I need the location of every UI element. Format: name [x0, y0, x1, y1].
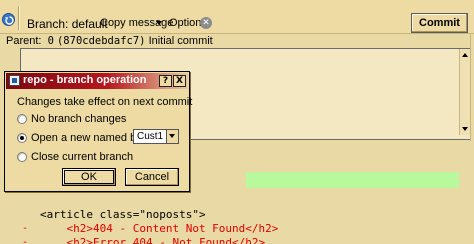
toolbar-separator	[18, 6, 20, 30]
diff-minus-marker: -	[22, 223, 29, 234]
diff-line-removed: <h2>Error 404 - Not Found</h2>	[40, 236, 266, 244]
diff-line: <article class="noposts">	[40, 208, 206, 221]
close-icon[interactable]: ✕	[200, 17, 212, 29]
help-button[interactable]: ?	[159, 75, 172, 87]
commit-button[interactable]: Commit	[411, 13, 468, 33]
branch-name-combobox[interactable]: Cust1	[133, 129, 179, 144]
branch-name-value[interactable]: Cust1	[137, 131, 163, 142]
radio-label: No branch changes	[31, 113, 127, 125]
parent-label: Parent:	[6, 35, 42, 47]
vertical-scrollbar[interactable]	[459, 49, 470, 135]
cancel-button[interactable]: Cancel	[125, 168, 179, 186]
radio-button-selected[interactable]	[17, 133, 27, 143]
dialog-close-button[interactable]: X	[173, 75, 186, 87]
toolbar: Branch: default Copy message Options ✕ C…	[0, 0, 474, 34]
radio-button[interactable]	[17, 152, 27, 162]
copy-message-dropdown[interactable]: Copy message	[100, 17, 173, 29]
chevron-down-icon[interactable]	[166, 130, 178, 143]
scroll-up-icon[interactable]	[462, 53, 468, 57]
chevron-down-icon[interactable]	[156, 21, 162, 25]
radio-label: Close current branch	[31, 151, 134, 163]
diff-minus-marker: -	[22, 237, 29, 244]
added-line-highlight	[246, 172, 459, 188]
radio-button[interactable]	[17, 114, 27, 124]
parent-hash: (870cdebdafc7)	[56, 35, 146, 47]
branch-operation-dialog: repo - branch operation ? X Changes take…	[4, 71, 193, 192]
parent-rev: 0	[47, 35, 54, 47]
branch-label[interactable]: Branch: default	[27, 17, 108, 31]
dialog-heading: Changes take effect on next commit	[17, 96, 193, 108]
parent-summary: Initial commit	[148, 35, 213, 47]
dialog-title: repo - branch operation	[23, 74, 147, 86]
app-icon	[9, 75, 20, 86]
parent-row: Parent: 0 (870cdebdafc7) Initial commit	[6, 35, 213, 47]
dialog-titlebar[interactable]: repo - branch operation ? X	[6, 73, 188, 89]
scroll-down-icon[interactable]	[462, 127, 468, 131]
refresh-icon[interactable]	[2, 13, 15, 26]
ok-button[interactable]: OK	[62, 168, 116, 186]
diff-line-removed: <h2>404 - Content Not Found</h2>	[40, 222, 279, 235]
